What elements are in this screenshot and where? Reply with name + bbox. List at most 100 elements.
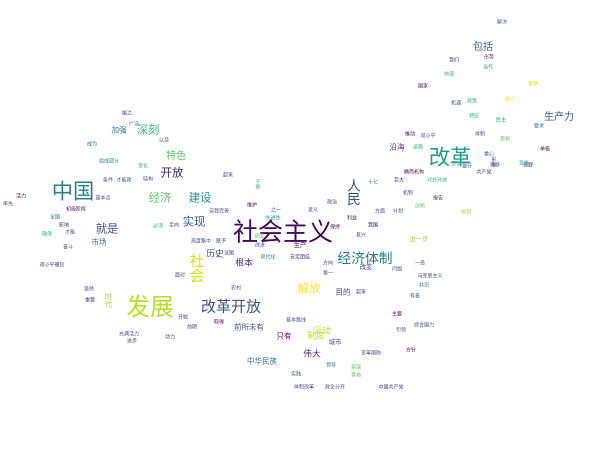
word-cloud-word: 马克思主义 bbox=[417, 273, 443, 280]
word-cloud-word: 方向 bbox=[322, 260, 334, 267]
word-cloud-word: 方面 bbox=[374, 208, 386, 215]
word-cloud-word: 体制改革 bbox=[293, 384, 315, 391]
word-cloud-word: 根本 bbox=[235, 258, 253, 269]
word-cloud-word: 体制 bbox=[474, 131, 486, 138]
word-cloud-word: 综合国力 bbox=[413, 322, 435, 329]
word-cloud-word: 速度 bbox=[253, 233, 265, 240]
word-cloud-word: 沿海 bbox=[389, 142, 405, 152]
word-cloud-word: 条件 bbox=[102, 177, 114, 184]
word-cloud-word: 银行 bbox=[461, 163, 473, 170]
word-cloud-word: 巨大 bbox=[393, 177, 405, 184]
word-cloud-word: 政治 bbox=[326, 199, 338, 206]
word-cloud-word: 初级阶段 bbox=[65, 206, 87, 213]
word-cloud-word: 动力 bbox=[164, 334, 176, 341]
word-cloud-word: 一员 bbox=[414, 260, 426, 267]
word-cloud-word: 经济 bbox=[148, 191, 172, 205]
word-cloud-word: 运动 bbox=[313, 326, 331, 337]
word-cloud-word: 报告 bbox=[432, 195, 444, 202]
word-cloud-word: 我们 bbox=[448, 57, 460, 64]
word-cloud-word: 邓小平 bbox=[420, 133, 436, 140]
word-cloud-word: 当代 bbox=[482, 64, 494, 71]
word-cloud-word: 复兴 bbox=[355, 232, 367, 239]
word-cloud-word: 自我完善 bbox=[208, 208, 230, 215]
word-cloud-word: 中国 bbox=[51, 179, 95, 205]
word-cloud-word: 发展 bbox=[126, 293, 174, 322]
word-cloud-word: 包括 bbox=[473, 42, 493, 53]
word-cloud-word: 以及 bbox=[158, 137, 170, 144]
word-cloud-word: 特区 bbox=[468, 113, 480, 120]
word-cloud-word: 现代化 bbox=[260, 254, 276, 261]
word-cloud-word: 奋斗 bbox=[62, 244, 74, 251]
word-cloud-word: 基本路线 bbox=[285, 317, 307, 324]
word-cloud-word: 推动 bbox=[404, 131, 416, 138]
word-cloud-word: 充满活力 bbox=[118, 331, 140, 338]
word-cloud-word: 对外开放 bbox=[426, 177, 448, 184]
word-cloud-word: 全国 bbox=[49, 214, 61, 221]
word-cloud: 社会主义 发展 中国 改革 改革开放 经济体制 人民 社会 深刻 开放 经济 建设 实现 就是 特色 解放 生产… bbox=[0, 0, 600, 460]
word-cloud-word: 实践 bbox=[290, 371, 302, 378]
word-cloud-word: 引领 bbox=[395, 327, 407, 334]
word-cloud-word: 农村 bbox=[230, 285, 242, 292]
word-cloud-word: 繁荣 bbox=[527, 81, 539, 88]
word-cloud-word: 社会主义 bbox=[232, 217, 334, 247]
word-cloud-word: 解决 bbox=[496, 19, 508, 26]
word-cloud-word: 深化 bbox=[450, 161, 462, 168]
word-cloud-word: 必须 bbox=[152, 223, 164, 230]
word-cloud-word: 中国共产党 bbox=[378, 384, 404, 391]
word-cloud-word: 率先 bbox=[2, 201, 14, 208]
word-cloud-word: 要求 bbox=[533, 123, 545, 130]
word-cloud-word: 高度集中 bbox=[190, 238, 212, 245]
word-cloud-word: 精简机构 bbox=[403, 169, 425, 176]
word-cloud-word: 人民 bbox=[343, 178, 360, 206]
word-cloud-word: 起来 bbox=[222, 172, 234, 179]
word-cloud-word: 起来 bbox=[355, 289, 367, 296]
word-cloud-word: 只有 bbox=[276, 331, 292, 341]
word-cloud-word: 基本点 bbox=[95, 195, 111, 202]
word-cloud-word: 维护 bbox=[246, 202, 258, 209]
word-cloud-word: 影响 bbox=[58, 222, 70, 229]
word-cloud-word: 才能政 bbox=[116, 177, 132, 184]
word-cloud-word: 伟大 bbox=[303, 349, 321, 360]
word-cloud-word: 领导 bbox=[325, 362, 337, 369]
word-cloud-word: 形势 bbox=[483, 54, 495, 61]
word-cloud-word: 试图 bbox=[223, 250, 235, 257]
word-cloud-word: 面对 bbox=[174, 272, 186, 279]
word-cloud-word: 才能 bbox=[64, 229, 76, 236]
word-cloud-word: 意义 bbox=[307, 207, 319, 214]
word-cloud-word: 变革 bbox=[360, 350, 372, 357]
word-cloud-word: 广泛 bbox=[128, 121, 140, 128]
word-cloud-word: 共识 bbox=[418, 282, 430, 289]
word-cloud-word: 建设 bbox=[188, 191, 212, 205]
word-cloud-word: 开始 bbox=[177, 314, 189, 321]
word-cloud-word: 政企分开 bbox=[324, 384, 346, 391]
word-cloud-word: 变化 bbox=[137, 163, 149, 170]
word-cloud-word: 重要 bbox=[84, 297, 96, 304]
word-cloud-word: 走向 bbox=[168, 222, 180, 229]
word-cloud-word: 建立 bbox=[504, 96, 516, 103]
word-cloud-word: 解放 bbox=[297, 282, 321, 296]
word-cloud-word: 邓小平理论 bbox=[39, 262, 65, 269]
word-cloud-word: 社会 bbox=[187, 253, 206, 283]
word-cloud-word: 有着 bbox=[409, 293, 421, 300]
word-cloud-word: 先进性 bbox=[265, 215, 281, 222]
word-cloud-word: 问题 bbox=[391, 266, 403, 273]
word-cloud-word: 加强 bbox=[111, 125, 127, 135]
word-cloud-word: 成为 bbox=[86, 141, 98, 148]
word-cloud-word: 国防 bbox=[370, 350, 382, 357]
word-cloud-word: 前期 bbox=[186, 324, 198, 331]
word-cloud-word: 主要 bbox=[391, 311, 403, 318]
word-cloud-word: 转移 bbox=[489, 162, 501, 169]
word-cloud-word: 道路 bbox=[412, 144, 424, 151]
word-cloud-word: 创新 bbox=[414, 203, 426, 210]
word-cloud-word: 深刻 bbox=[136, 123, 160, 137]
word-cloud-word: 第一 bbox=[322, 270, 334, 277]
word-cloud-word: 历史 bbox=[206, 249, 224, 260]
word-cloud-word: 时代 bbox=[103, 292, 113, 308]
word-cloud-word: 确保 bbox=[41, 231, 53, 238]
word-cloud-word: 市场 bbox=[91, 237, 107, 247]
word-cloud-word: 机遇 bbox=[450, 100, 462, 107]
word-cloud-word: 保持 bbox=[329, 224, 341, 231]
word-cloud-word: 我国 bbox=[367, 222, 379, 229]
word-cloud-word: 就是 bbox=[95, 222, 119, 236]
word-cloud-word: 生产 bbox=[293, 241, 307, 249]
